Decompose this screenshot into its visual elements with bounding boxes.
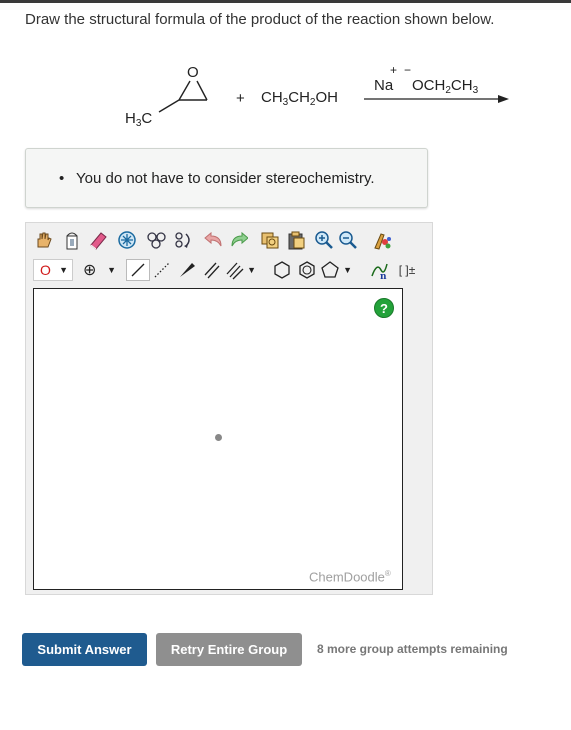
clear-tool-icon[interactable] [62,229,82,251]
element-selector[interactable]: O ▼ [33,259,73,281]
svg-text:n: n [380,272,387,280]
triple-bond-tool-icon[interactable]: ▼ [225,259,259,281]
ethoxide-charge: − [404,63,412,77]
paste-icon[interactable] [285,229,305,251]
chevron-down-icon: ▼ [247,265,256,275]
charge-selector[interactable]: ⊕ ▼ [81,259,119,281]
element-selector-label: O [40,262,51,278]
chevron-down-icon: ▼ [107,265,116,275]
attempts-remaining: 8 more group attempts remaining [317,642,508,656]
zoom-out-icon[interactable] [338,229,358,251]
submit-answer-button[interactable]: Submit Answer [22,633,147,666]
brand-mark: ® [384,569,391,578]
copy-icon[interactable] [259,229,279,251]
canvas-center-dot [215,434,222,441]
question-text: Draw the structural formula of the produ… [25,11,495,28]
redo-icon[interactable] [228,229,248,251]
undo-icon[interactable] [203,229,223,251]
ethanol-formula: CH3CH2OH [261,89,338,108]
lasso-tool-icon[interactable] [117,229,137,251]
sgroup-tool-icon[interactable]: n [369,259,389,281]
note-bullet: • [59,170,65,187]
plus-sign: + [236,90,245,107]
chemdoodle-brand: ChemDoodle® [309,569,391,584]
wedge-bond-tool-icon[interactable] [177,259,197,281]
reaction-scheme: O H3C + CH3CH2OH + − Na OCH2CH3 [0,60,571,140]
drawing-canvas[interactable]: ? ChemDoodle® [33,288,403,590]
chemdoodle-editor: O ▼ ⊕ ▼ ▼ ▼ n [ ]± ? ChemDoodle® [25,222,433,595]
charge-plus-icon: ⊕ [83,262,97,279]
methyl-label: H3C [125,110,153,129]
chevron-down-icon: ▼ [343,265,352,275]
epoxide-oxygen: O [187,64,199,81]
zoom-in-icon[interactable] [314,229,334,251]
bracket-charge-label: [ ]± [398,263,416,277]
pentagon-tool-icon[interactable]: ▼ [320,259,356,281]
bracket-tool[interactable]: [ ]± [394,259,420,281]
single-bond-tool-icon[interactable] [126,259,150,281]
brand-name: ChemDoodle [309,569,385,585]
rotate-tool-icon[interactable] [172,229,192,251]
template-tool-icon[interactable] [146,229,166,251]
clean-icon[interactable] [371,229,391,251]
top-border [0,0,571,3]
sodium-charge: + [390,63,398,77]
note-text: You do not have to consider stereochemis… [76,170,375,187]
eraser-tool-icon[interactable] [88,229,108,251]
help-icon[interactable]: ? [374,298,394,318]
hand-tool-icon[interactable] [33,229,53,251]
chevron-down-icon: ▼ [59,265,68,275]
dashed-bond-tool-icon[interactable] [152,259,172,281]
reaction-arrow [364,95,509,103]
cyclohexane-tool-icon[interactable] [272,259,292,281]
note-box: • You do not have to consider stereochem… [25,148,428,208]
benzene-tool-icon[interactable] [297,259,317,281]
retry-group-button[interactable]: Retry Entire Group [156,633,302,666]
double-bond-tool-icon[interactable] [202,259,222,281]
